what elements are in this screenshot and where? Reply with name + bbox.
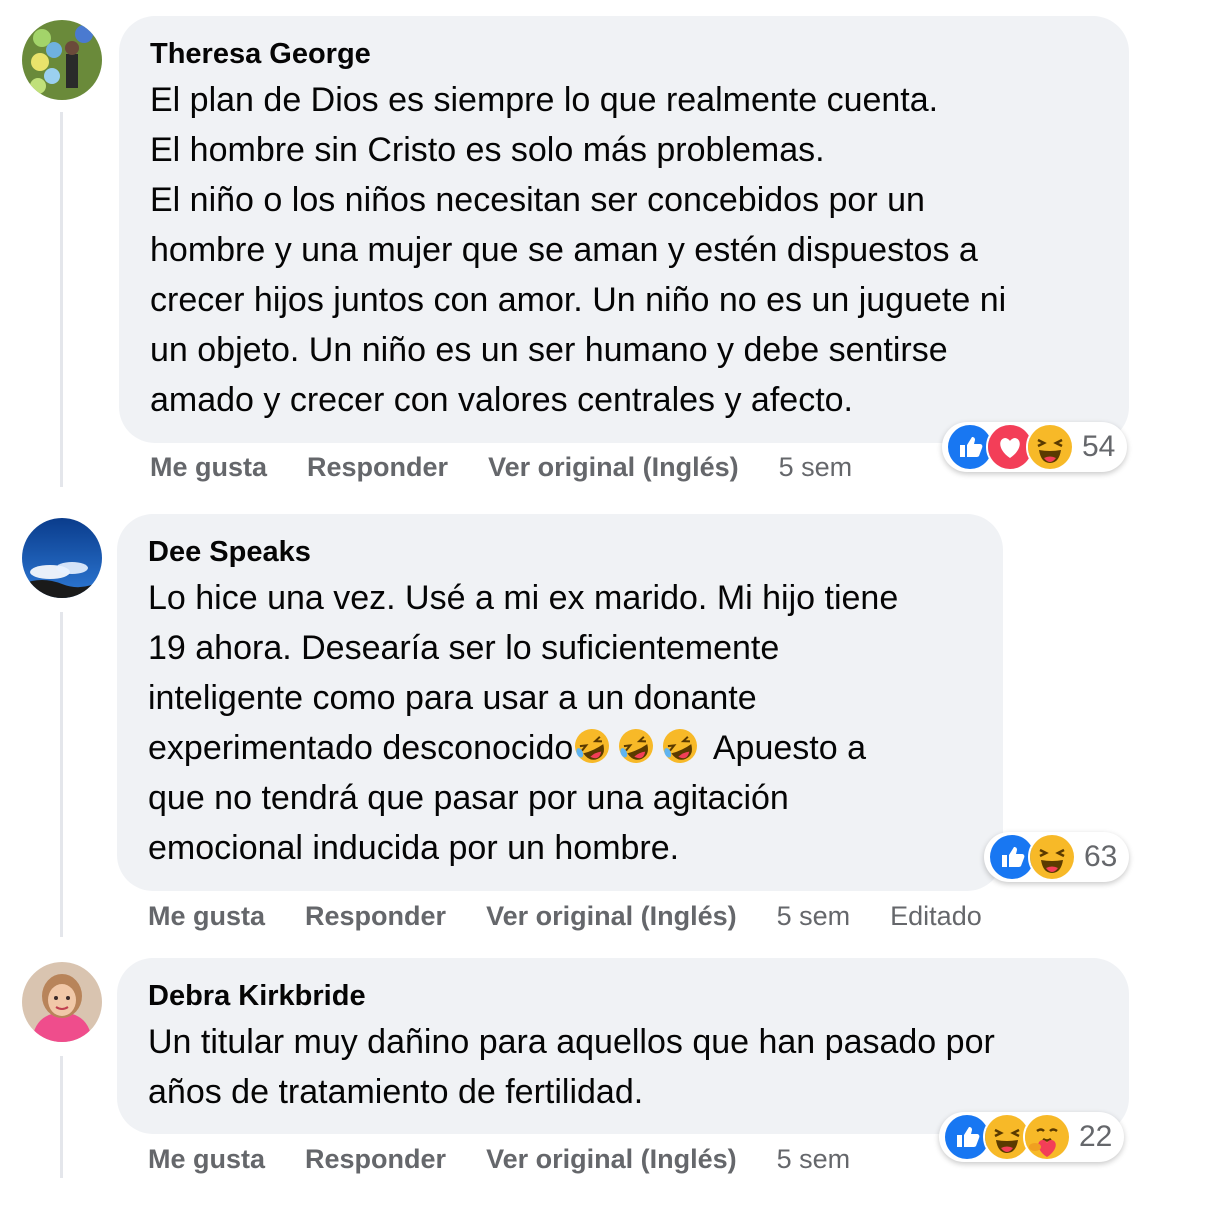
- comment-actions: Me gusta Responder Ver original (Inglés)…: [150, 450, 892, 484]
- rolling-on-floor-laughing-emoji: [573, 727, 611, 765]
- comment-text-line: Lo hice una vez. Usé a mi ex marido. Mi …: [148, 579, 899, 617]
- comment-text-segment: experimentado desconocido: [148, 729, 574, 767]
- reaction-summary[interactable]: 63: [984, 832, 1130, 882]
- rolling-on-floor-laughing-emoji: [617, 727, 655, 765]
- avatar[interactable]: [22, 20, 102, 100]
- comment-author[interactable]: Theresa George: [150, 36, 371, 72]
- haha-icon: [1028, 833, 1076, 881]
- thread-line: [60, 612, 63, 937]
- avatar[interactable]: [22, 518, 102, 598]
- comment-text-line: inteligente como para usar a un donante: [148, 679, 757, 717]
- comment-actions: Me gusta Responder Ver original (Inglés)…: [148, 1142, 890, 1176]
- comment-author[interactable]: Dee Speaks: [148, 534, 311, 570]
- comment-text: Un titular muy dañino para aquellos que …: [148, 1017, 995, 1117]
- see-original-button[interactable]: Ver original (Inglés): [488, 452, 739, 483]
- comment-text-line: Un titular muy dañino para aquellos que …: [148, 1023, 995, 1061]
- see-original-button[interactable]: Ver original (Inglés): [486, 901, 737, 932]
- timestamp[interactable]: 5 sem: [779, 452, 853, 483]
- comment-text-line: un objeto. Un niño es un ser humano y de…: [150, 331, 948, 369]
- comment-text-line: El hombre sin Cristo es solo más problem…: [150, 131, 825, 169]
- comment-text: Lo hice una vez. Usé a mi ex marido. Mi …: [148, 573, 898, 873]
- comment-text-line: años de tratamiento de fertilidad.: [148, 1073, 644, 1111]
- like-button[interactable]: Me gusta: [148, 1144, 265, 1175]
- avatar[interactable]: [22, 962, 102, 1042]
- comment-text-line: El plan de Dios es siempre lo que realme…: [150, 81, 939, 119]
- haha-icon: [1026, 423, 1074, 471]
- reaction-count: 54: [1082, 430, 1116, 463]
- rolling-on-floor-laughing-emoji: [661, 727, 699, 765]
- reaction-count: 63: [1084, 840, 1118, 873]
- comment-text-segment: Apuesto a: [712, 729, 866, 767]
- comment-author[interactable]: Debra Kirkbride: [148, 978, 366, 1014]
- comment-text-line: El niño o los niños necesitan ser conceb…: [150, 181, 925, 219]
- like-button[interactable]: Me gusta: [148, 901, 265, 932]
- comment-text-line: emocional inducida por un hombre.: [148, 829, 680, 867]
- edited-label[interactable]: Editado: [890, 901, 982, 932]
- reaction-summary[interactable]: 54: [942, 422, 1128, 472]
- comment-text-line: hombre y una mujer que se aman y estén d…: [150, 231, 978, 269]
- comment-text-line: experimentado desconocido Apuesto a: [148, 723, 898, 773]
- reaction-count: 22: [1079, 1120, 1113, 1153]
- comment-text-line: crecer hijos juntos con amor. Un niño no…: [150, 281, 1007, 319]
- comment-bubble: Debra Kirkbride Un titular muy dañino pa…: [117, 958, 1129, 1134]
- thread-line: [60, 112, 63, 487]
- comment-text-line: amado y crecer con valores centrales y a…: [150, 381, 853, 419]
- care-icon: [1023, 1113, 1071, 1161]
- comment-bubble: Theresa George El plan de Dios es siempr…: [119, 16, 1129, 443]
- comment-text-line: 19 ahora. Desearía ser lo suficientement…: [148, 629, 780, 667]
- see-original-button[interactable]: Ver original (Inglés): [486, 1144, 737, 1175]
- comment-actions: Me gusta Responder Ver original (Inglés)…: [148, 899, 1022, 933]
- comment-bubble: Dee Speaks Lo hice una vez. Usé a mi ex …: [117, 514, 1003, 891]
- thread-line: [60, 1056, 63, 1178]
- reaction-summary[interactable]: 22: [939, 1112, 1125, 1162]
- timestamp[interactable]: 5 sem: [777, 901, 851, 932]
- reply-button[interactable]: Responder: [305, 901, 446, 932]
- timestamp[interactable]: 5 sem: [777, 1144, 851, 1175]
- comment-text-line: que no tendrá que pasar por una agitació…: [148, 779, 789, 817]
- reply-button[interactable]: Responder: [305, 1144, 446, 1175]
- like-button[interactable]: Me gusta: [150, 452, 267, 483]
- reply-button[interactable]: Responder: [307, 452, 448, 483]
- comment-text: El plan de Dios es siempre lo que realme…: [150, 75, 1006, 425]
